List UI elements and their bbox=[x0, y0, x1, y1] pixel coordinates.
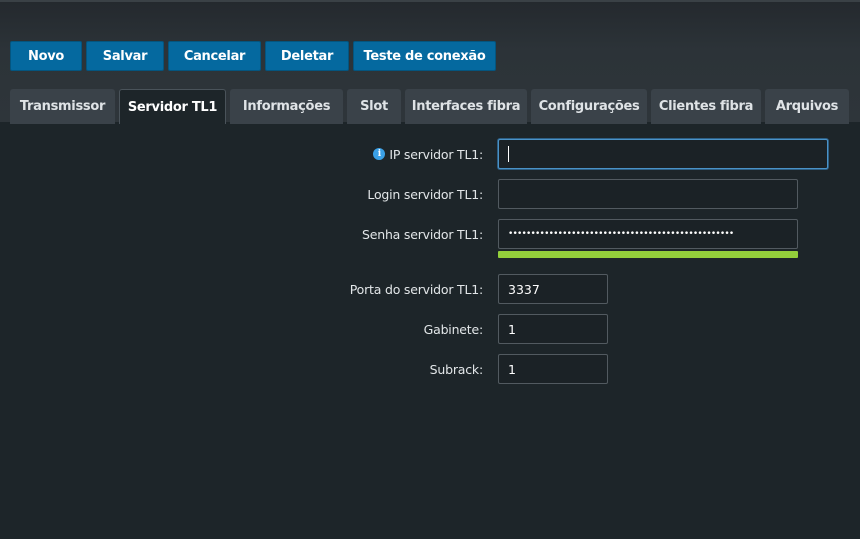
gabinete-row: Gabinete: 1 bbox=[0, 314, 860, 344]
cancelar-button[interactable]: Cancelar bbox=[168, 41, 261, 71]
login-input[interactable] bbox=[498, 179, 798, 209]
tab-slot[interactable]: Slot bbox=[347, 89, 401, 124]
ip-row: i IP servidor TL1: bbox=[0, 139, 860, 169]
senha-label: Senha servidor TL1: bbox=[362, 226, 483, 242]
subrack-row: Subrack: 1 bbox=[0, 354, 860, 384]
gabinete-label: Gabinete: bbox=[423, 321, 484, 337]
tab-transmissor[interactable]: Transmissor bbox=[10, 89, 115, 124]
tab-interfaces-fibra[interactable]: Interfaces fibra bbox=[405, 89, 527, 124]
tab-configuracoes[interactable]: Configurações bbox=[531, 89, 647, 124]
salvar-button[interactable]: Salvar bbox=[86, 41, 164, 71]
porta-label: Porta do servidor TL1: bbox=[349, 281, 483, 297]
gabinete-input[interactable]: 1 bbox=[498, 314, 608, 344]
login-row: Login servidor TL1: bbox=[0, 179, 860, 209]
tab-bar: Transmissor Servidor TL1 Informações Slo… bbox=[10, 89, 849, 124]
top-bar: Novo Salvar Cancelar Deletar Teste de co… bbox=[0, 0, 860, 124]
password-strength-bar bbox=[498, 251, 798, 258]
ip-label: i IP servidor TL1: bbox=[373, 139, 483, 169]
text-caret bbox=[508, 146, 509, 162]
porta-input[interactable]: 3337 bbox=[498, 274, 608, 304]
subrack-input[interactable]: 1 bbox=[498, 354, 608, 384]
senha-row: Senha servidor TL1: ••••••••••••••••••••… bbox=[0, 219, 860, 249]
novo-button[interactable]: Novo bbox=[10, 41, 82, 71]
senha-input[interactable]: ••••••••••••••••••••••••••••••••••••••••… bbox=[498, 219, 798, 249]
subrack-label: Subrack: bbox=[429, 361, 484, 377]
toolbar: Novo Salvar Cancelar Deletar Teste de co… bbox=[10, 41, 496, 71]
teste-conexao-button[interactable]: Teste de conexão bbox=[353, 41, 496, 71]
ip-input[interactable] bbox=[498, 139, 828, 169]
porta-row: Porta do servidor TL1: 3337 bbox=[0, 274, 860, 304]
info-icon[interactable]: i bbox=[373, 148, 386, 160]
tab-arquivos[interactable]: Arquivos bbox=[765, 89, 849, 124]
tab-informacoes[interactable]: Informações bbox=[230, 89, 343, 124]
deletar-button[interactable]: Deletar bbox=[265, 41, 349, 71]
tab-clientes-fibra[interactable]: Clientes fibra bbox=[651, 89, 761, 124]
tab-servidor-tl1[interactable]: Servidor TL1 bbox=[119, 89, 226, 124]
login-label: Login servidor TL1: bbox=[367, 186, 483, 202]
